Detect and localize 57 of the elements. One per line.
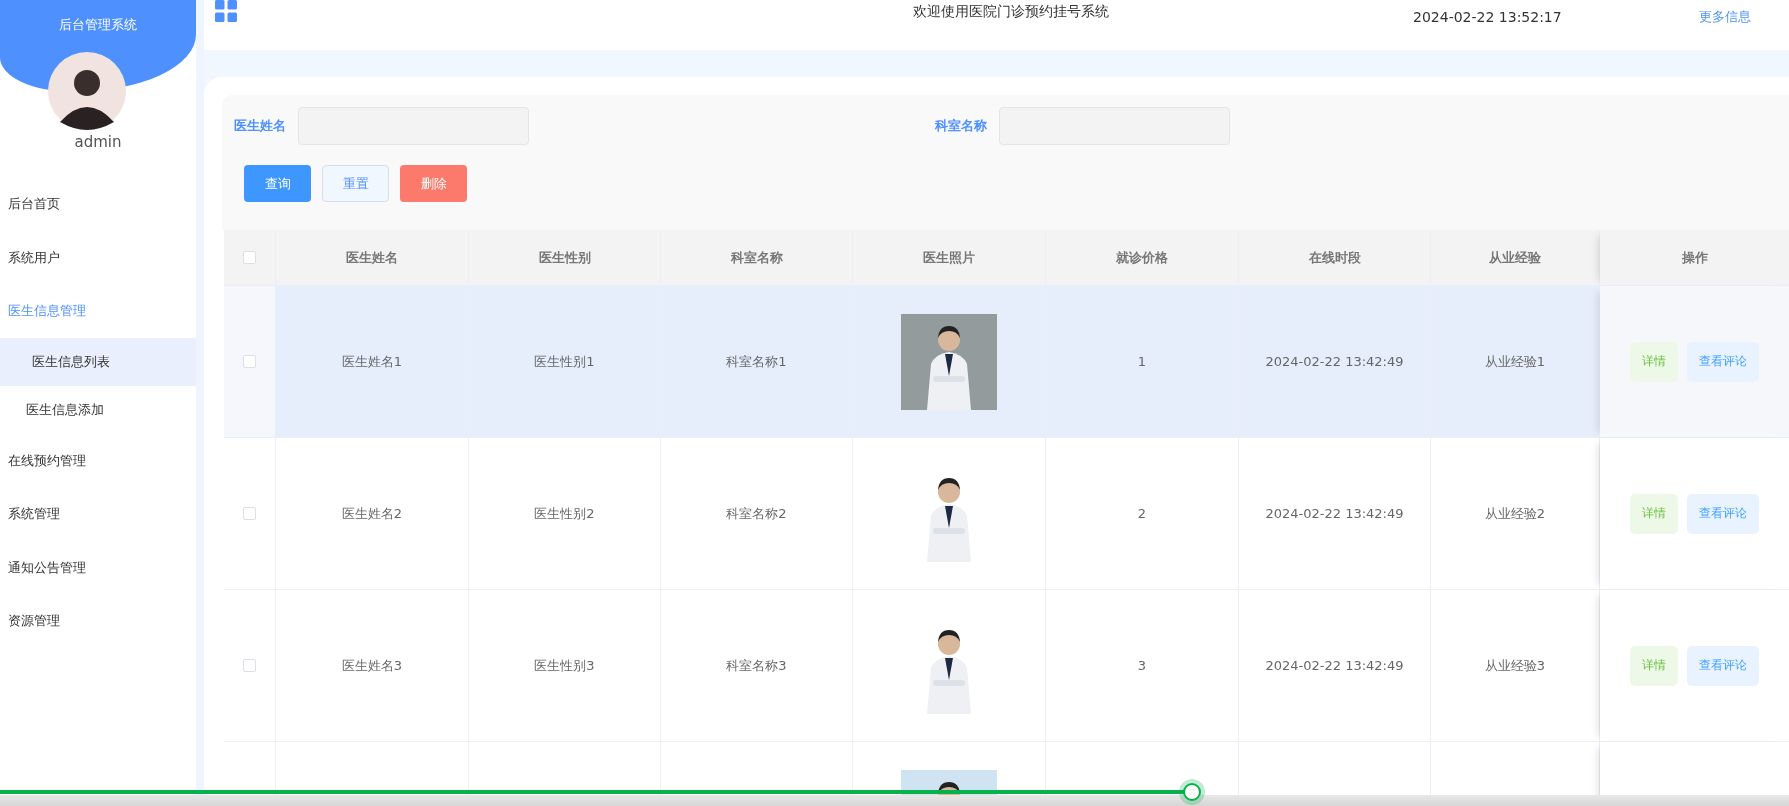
delete-button[interactable]: 删除	[400, 165, 467, 202]
table-cell: 2024-02-22 13:42:49	[1239, 438, 1431, 590]
menu-item[interactable]: 通知公告管理	[0, 540, 196, 594]
table-cell: 从业经验1	[1431, 286, 1600, 438]
menu-item[interactable]: 在线预约管理	[0, 433, 196, 487]
detail-button[interactable]: 详情	[1630, 645, 1678, 686]
menu-item[interactable]: 系统用户	[0, 230, 196, 284]
username: admin	[73, 133, 123, 151]
column-header: 从业经验	[1431, 230, 1600, 286]
menu-icon[interactable]	[215, 0, 237, 22]
more-info-link[interactable]: 更多信息	[1699, 8, 1751, 26]
view-reviews-button[interactable]: 查看评论	[1687, 493, 1759, 534]
detail-button[interactable]: 详情	[1630, 341, 1678, 382]
table-cell: 医生性别2	[469, 438, 661, 590]
avatar-icon	[48, 52, 126, 130]
checkbox[interactable]	[243, 507, 256, 520]
view-reviews-button[interactable]: 查看评论	[1687, 645, 1759, 686]
table-cell: 1	[1046, 286, 1239, 438]
table-cell: 医生姓名2	[276, 438, 469, 590]
table-cell: 医生姓名3	[276, 590, 469, 742]
detail-button[interactable]: 详情	[1630, 493, 1678, 534]
table-cell: 3	[1046, 590, 1239, 742]
column-header: 医生性别	[469, 230, 661, 286]
table-cell: 医生姓名1	[276, 286, 469, 438]
checkbox[interactable]	[243, 659, 256, 672]
table-cell: 2	[1046, 438, 1239, 590]
table-cell: 科室名称2	[661, 438, 853, 590]
field-label: 医生姓名	[234, 117, 286, 135]
menu-item[interactable]: 医生信息管理	[0, 284, 196, 338]
submenu-item[interactable]: 医生信息添加	[0, 385, 196, 434]
menu-item[interactable]: 系统管理	[0, 487, 196, 541]
checkbox[interactable]	[243, 251, 256, 264]
column-header: 操作	[1600, 230, 1789, 286]
view-reviews-button[interactable]: 查看评论	[1687, 341, 1759, 382]
column-header: 在线时段	[1239, 230, 1431, 286]
app-title: 后台管理系统	[59, 16, 137, 32]
table-cell: 2024-02-22 13:42:49	[1239, 590, 1431, 742]
checkbox[interactable]	[243, 355, 256, 368]
column-header: 就诊价格	[1046, 230, 1239, 286]
column-header: 医生照片	[853, 230, 1046, 286]
table-cell: 科室名称1	[661, 286, 853, 438]
search-button[interactable]: 查询	[244, 165, 311, 202]
table-cell: 从业经验2	[1431, 438, 1600, 590]
column-header: 医生姓名	[276, 230, 469, 286]
reset-button[interactable]: 重置	[322, 165, 389, 202]
table-cell: 医生性别1	[469, 286, 661, 438]
table-cell: 2024-02-22 13:42:49	[1239, 286, 1431, 438]
table-cell: 科室名称3	[661, 590, 853, 742]
clock-time: 2024-02-22 13:52:17	[1413, 9, 1562, 25]
column-header: 科室名称	[661, 230, 853, 286]
field-label: 科室名称	[935, 117, 987, 135]
menu-item[interactable]: 后台首页	[0, 177, 196, 231]
table-cell: 医生性别3	[469, 590, 661, 742]
table-cell: 从业经验3	[1431, 590, 1600, 742]
page-title: 欢迎使用医院门诊预约挂号系统	[913, 3, 1109, 21]
menu-item[interactable]: 资源管理	[0, 594, 196, 648]
submenu-item[interactable]: 医生信息列表	[0, 337, 196, 386]
